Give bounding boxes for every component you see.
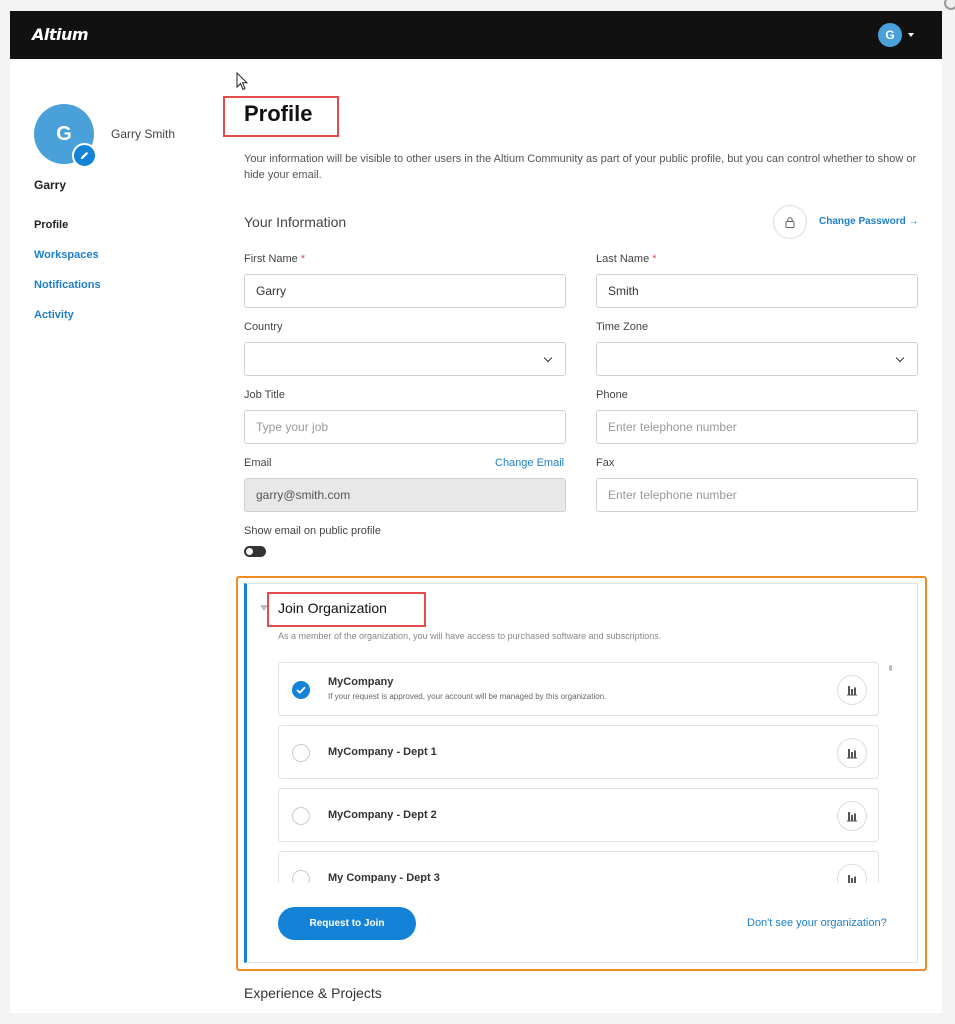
lock-button[interactable] [773, 205, 807, 239]
app-window: Altium G G Garry Smith Garry Profile Wor… [10, 11, 942, 1013]
org-radio-checked[interactable] [292, 681, 310, 699]
org-name: MyCompany [328, 676, 394, 688]
org-name: MyCompany - Dept 1 [328, 746, 437, 758]
lock-icon [785, 216, 795, 228]
required-mark: * [300, 253, 306, 265]
org-building-badge [837, 864, 867, 883]
fax-input[interactable] [596, 478, 918, 512]
fax-label: Fax [596, 457, 615, 469]
time-zone-label: Time Zone [596, 321, 649, 333]
org-building-badge [837, 801, 867, 831]
building-icon [848, 875, 856, 883]
title-highlight-box [223, 96, 339, 137]
nav-activity[interactable]: Activity [34, 309, 101, 339]
experience-projects-heading: Experience & Projects [244, 985, 382, 1001]
org-name: MyCompany - Dept 2 [328, 809, 437, 821]
org-item-dept-2[interactable]: MyCompany - Dept 2 [278, 788, 879, 842]
building-icon [847, 812, 857, 822]
org-radio[interactable] [292, 744, 310, 762]
join-organization-description: As a member of the organization, you wil… [278, 631, 662, 641]
chevron-down-icon [895, 353, 905, 363]
change-email-link[interactable]: Change Email [495, 457, 564, 469]
org-approval-note: If your request is approved, your accoun… [328, 692, 607, 701]
nav-notifications[interactable]: Notifications [34, 279, 101, 309]
altium-logo[interactable]: Altium [32, 25, 89, 44]
org-radio[interactable] [292, 870, 310, 883]
show-email-toggle[interactable] [244, 546, 266, 557]
org-item-dept-3[interactable]: My Company - Dept 3 [278, 851, 879, 883]
top-bar: Altium G [10, 11, 942, 59]
user-avatar[interactable]: G [878, 23, 902, 47]
chevron-down-icon [543, 353, 553, 363]
first-name-label: First Name * [244, 253, 306, 265]
org-title-highlight-box [267, 592, 426, 627]
profile-full-name: Garry Smith [111, 127, 176, 141]
side-nav: Profile Workspaces Notifications Activit… [34, 219, 101, 339]
your-information-heading: Your Information [244, 214, 347, 230]
country-label: Country [244, 321, 283, 333]
phone-label: Phone [596, 389, 628, 401]
org-list-scrollbar[interactable] [889, 665, 892, 671]
building-icon [847, 686, 857, 696]
request-to-join-button[interactable]: Request to Join [278, 907, 416, 940]
last-name-input[interactable] [596, 274, 918, 308]
pencil-icon [80, 151, 89, 160]
profile-short-name: Garry [34, 178, 67, 192]
change-password-link[interactable]: Change Password → [819, 216, 918, 227]
building-icon [847, 749, 857, 759]
phone-input[interactable] [596, 410, 918, 444]
email-input [244, 478, 566, 512]
email-label: Email [244, 457, 272, 469]
country-select[interactable] [244, 342, 566, 376]
org-building-badge [837, 675, 867, 705]
check-icon [296, 686, 306, 694]
dont-see-organization-link[interactable]: Don't see your organization? [747, 917, 887, 929]
nav-profile[interactable]: Profile [34, 219, 101, 249]
job-title-label: Job Title [244, 389, 285, 401]
org-building-badge [837, 738, 867, 768]
time-zone-select[interactable] [596, 342, 918, 376]
organization-list[interactable]: MyCompany If your request is approved, y… [278, 662, 879, 883]
org-name: My Company - Dept 3 [328, 872, 440, 883]
cursor-icon [236, 72, 248, 91]
show-email-label: Show email on public profile [244, 525, 381, 537]
org-item-dept-1[interactable]: MyCompany - Dept 1 [278, 725, 879, 779]
last-name-label: Last Name * [596, 253, 657, 265]
nav-workspaces[interactable]: Workspaces [34, 249, 101, 279]
caret-down-icon[interactable] [908, 33, 914, 37]
job-title-input[interactable] [244, 410, 566, 444]
user-menu[interactable]: G [878, 23, 914, 47]
corner-badge [944, 0, 955, 10]
org-radio[interactable] [292, 807, 310, 825]
profile-intro-text: Your information will be visible to othe… [244, 153, 917, 181]
org-item-mycompany[interactable]: MyCompany If your request is approved, y… [278, 662, 879, 716]
required-mark: * [652, 253, 657, 265]
first-name-input[interactable] [244, 274, 566, 308]
edit-avatar-button[interactable] [72, 143, 97, 168]
